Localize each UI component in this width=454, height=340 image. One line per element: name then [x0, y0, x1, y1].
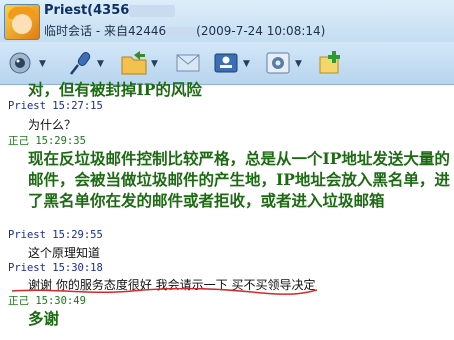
message-header: Priest 15:30:18 [8, 262, 103, 274]
add-app-button[interactable] [316, 47, 346, 79]
chevron-down-icon[interactable]: ▼ [243, 59, 250, 69]
message-text: 现在反垃圾邮件控制比较严格，总是从一个IP地址发送大量的邮件，会被当做垃圾邮件的… [28, 149, 450, 210]
user-card-icon [214, 53, 238, 73]
redacted-block [166, 26, 197, 37]
folder-send-icon [121, 51, 147, 75]
settings-button[interactable]: ▼ [264, 47, 316, 79]
message-text: 对，但有被封掉IP的风险 [28, 80, 202, 99]
chevron-down-icon[interactable]: ▼ [97, 59, 104, 69]
microphone-icon [70, 52, 91, 75]
message-text: 为什么？ [28, 118, 77, 132]
chevron-down-icon[interactable]: ▼ [151, 59, 158, 69]
chevron-down-icon[interactable]: ▼ [39, 59, 46, 69]
contact-name: Priest(4356 [44, 3, 176, 18]
send-file-button[interactable]: ▼ [120, 47, 172, 79]
settings-icon [266, 52, 290, 74]
mail-button[interactable] [174, 47, 204, 79]
chat-header: Priest(4356 临时会话 - 来自42446 (2009-7-24 10:… [0, 0, 454, 42]
voice-button[interactable]: ▼ [66, 47, 118, 79]
add-app-icon [319, 51, 340, 74]
contact-info-button[interactable]: ▼ [212, 47, 264, 79]
mail-icon [176, 54, 200, 72]
redacted-block [129, 4, 176, 17]
avatar[interactable] [4, 4, 40, 40]
camera-icon [9, 52, 31, 74]
video-button[interactable]: ▼ [8, 47, 60, 79]
message-header: Priest 15:27:15 [8, 100, 103, 112]
message-area[interactable]: 对，但有被封掉IP的风险 Priest 15:27:15 为什么？ 正己 15:… [0, 80, 454, 340]
session-info: 临时会话 - 来自42446 (2009-7-24 10:08:14) [44, 24, 326, 38]
chevron-down-icon[interactable]: ▼ [295, 59, 302, 69]
message-header: 正己 15:29:35 [8, 135, 86, 147]
message-text: 这个原理知道 [28, 246, 101, 260]
message-header: 正己 15:30:49 [8, 295, 86, 307]
message-header: Priest 15:29:55 [8, 229, 103, 241]
message-text: 多谢 [28, 309, 60, 328]
